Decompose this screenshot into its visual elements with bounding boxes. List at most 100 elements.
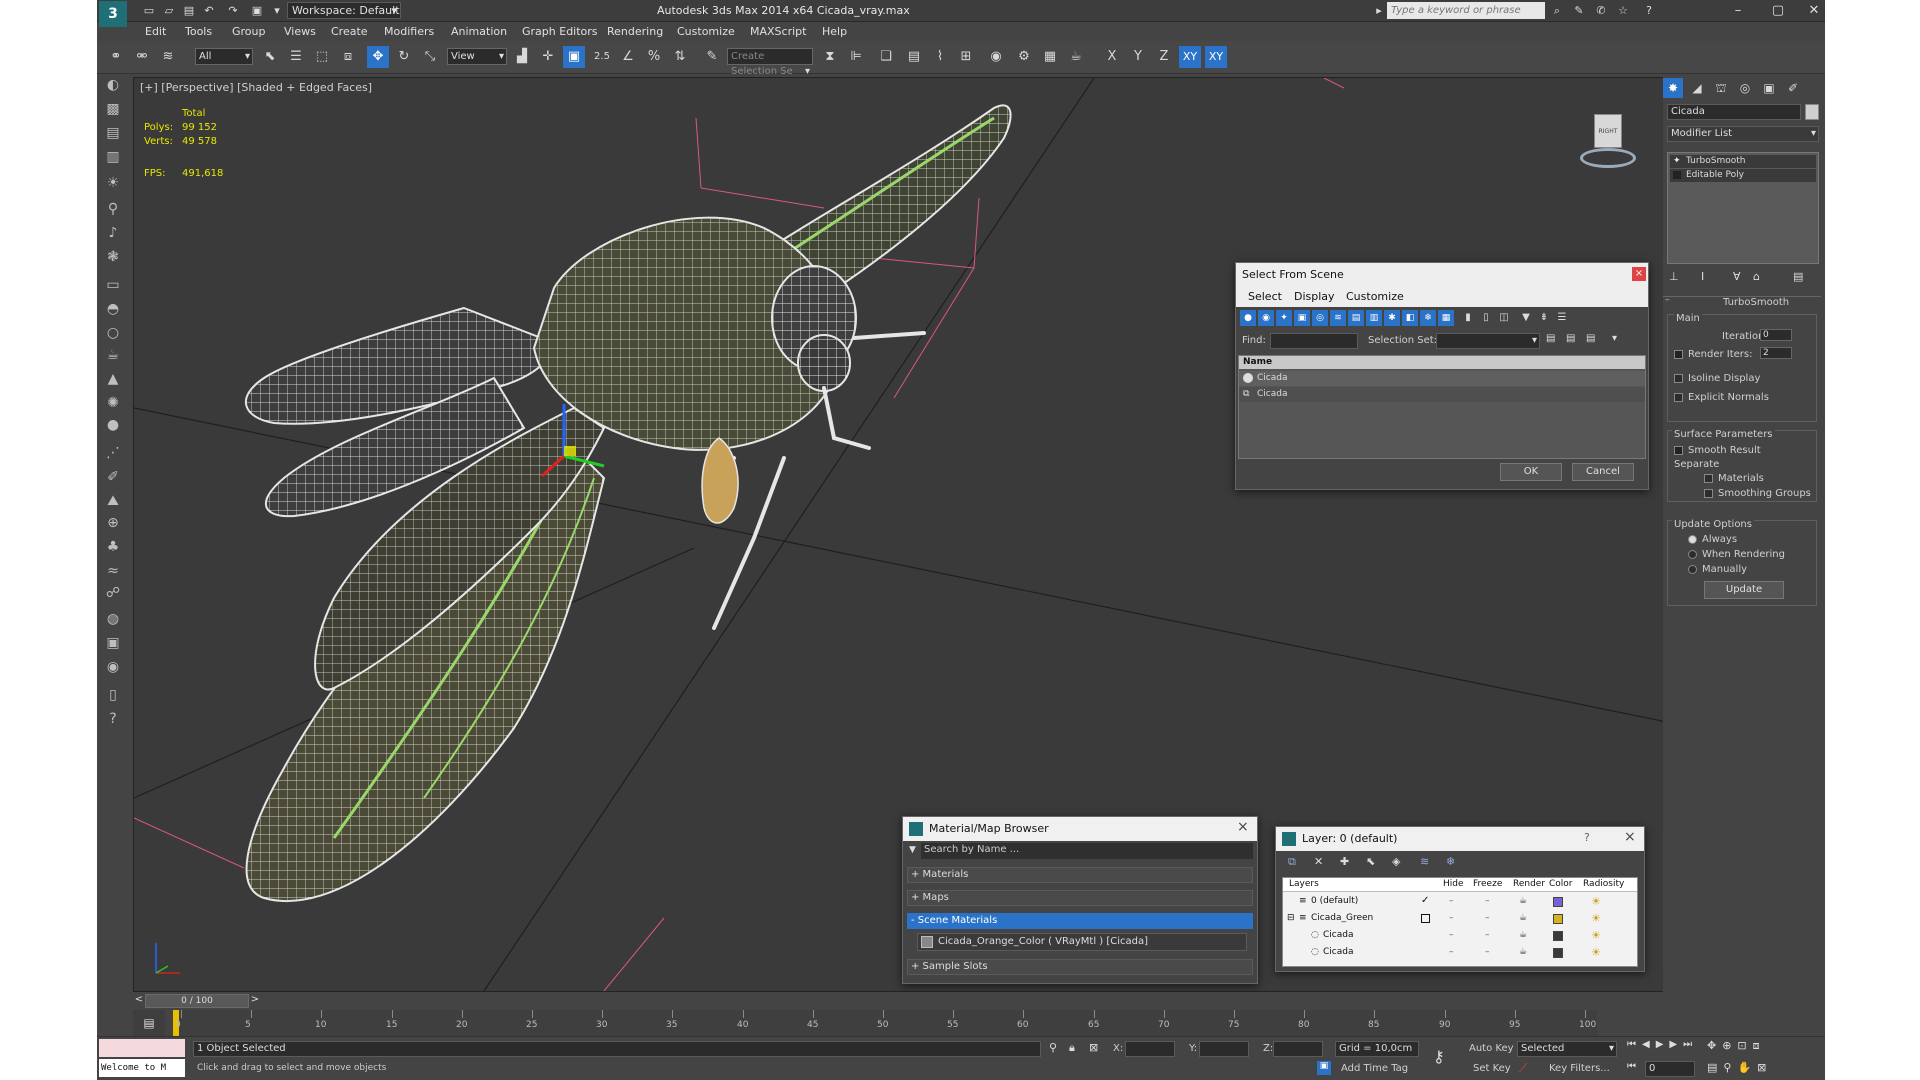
hair-fur-icon[interactable]: ≈ — [102, 560, 124, 582]
edit-named-selection-icon[interactable]: ✎ — [701, 46, 723, 68]
helper-icon[interactable]: ⚲ — [102, 198, 124, 220]
close-window-button[interactable]: ✕ — [1797, 0, 1825, 22]
column-hide[interactable]: Hide — [1443, 879, 1464, 889]
dome-primitive-icon[interactable]: ◓ — [102, 298, 124, 320]
freeze-toggle[interactable]: – — [1485, 930, 1490, 940]
x-coordinate-field[interactable] — [1125, 1041, 1175, 1057]
select-object-icon[interactable]: ⬉ — [259, 46, 281, 68]
material-search-input[interactable]: Search by Name ... — [921, 843, 1253, 859]
column-freeze[interactable]: Freeze — [1473, 879, 1502, 889]
schematic-view-icon[interactable]: ⊞ — [955, 46, 977, 68]
render-region-icon[interactable]: ▣ — [102, 632, 124, 654]
menu-edit[interactable]: Edit — [145, 22, 166, 41]
materials-group[interactable]: + Materials — [907, 867, 1253, 883]
layer-color-swatch[interactable] — [1553, 931, 1563, 941]
bind-space-warp-icon[interactable]: ≋ — [157, 46, 179, 68]
layer-name[interactable]: 0 (default) — [1311, 896, 1358, 906]
smooth-result-checkbox[interactable] — [1674, 446, 1683, 455]
omni-light-icon[interactable]: ● — [102, 414, 124, 436]
select-none-icon[interactable]: ▯ — [1478, 310, 1494, 326]
hide-toggle[interactable]: – — [1449, 947, 1454, 957]
viewcube[interactable]: RIGHT — [1574, 108, 1640, 174]
stack-toggle-icon[interactable] — [1673, 171, 1681, 179]
viewcube-face[interactable]: RIGHT — [1594, 114, 1622, 148]
lightbulb-icon[interactable]: ✦ — [1673, 156, 1681, 166]
new-file-icon[interactable]: ▭ — [141, 3, 157, 19]
hierarchy-view-icon[interactable]: ☰ — [1554, 310, 1570, 326]
set-keys-icon[interactable]: ⟋ — [1519, 1061, 1527, 1076]
graphite-ribbon-icon[interactable]: ▤ — [903, 46, 925, 68]
column-layers[interactable]: Layers — [1289, 879, 1319, 889]
help-icon[interactable]: ? — [1641, 3, 1657, 19]
axis-xy-cycle-button[interactable]: XY — [1205, 46, 1227, 68]
ok-button[interactable]: OK — [1500, 463, 1562, 481]
filter-hidden-icon[interactable]: ▦ — [1438, 310, 1454, 326]
select-and-scale-icon[interactable]: ⤡ — [419, 46, 441, 68]
sample-slots-group[interactable]: + Sample Slots — [907, 959, 1253, 975]
modify-tab-icon[interactable]: ◢ — [1687, 78, 1707, 98]
mirror-icon[interactable]: ⧗ — [819, 46, 841, 68]
hide-all-layers-icon[interactable]: ≋ — [1420, 855, 1429, 868]
filter-geometry-icon[interactable]: ● — [1240, 310, 1256, 326]
stack-item-editable-poly[interactable]: Editable Poly — [1670, 169, 1816, 182]
globe-icon[interactable]: ⊕ — [102, 512, 124, 534]
keyboard-shortcut-override-icon[interactable]: ▣ — [563, 46, 585, 68]
filter-groups-icon[interactable]: ▤ — [1348, 310, 1364, 326]
maxscript-listener[interactable]: Welcome to M — [99, 1059, 185, 1077]
selection-set-dropdown[interactable]: ▾ — [1436, 333, 1540, 349]
dialog-menu-customize[interactable]: Customize — [1346, 290, 1404, 303]
align-icon[interactable]: ⊫ — [845, 46, 867, 68]
trackbar[interactable]: 0 5 10 15 20 25 30 35 40 45 50 55 60 65 70 75 80 85 90 95 10… — [173, 1010, 1597, 1036]
display-tab-icon[interactable]: ▣ — [1759, 78, 1779, 98]
make-unique-icon[interactable]: ∀ — [1733, 270, 1741, 283]
key-filters-button[interactable]: Key Filters... — [1549, 1063, 1610, 1074]
box-primitive-icon[interactable]: ▭ — [102, 274, 124, 296]
grid-helper-icon[interactable]: ⋰ — [102, 442, 124, 464]
radiosity-icon[interactable]: ☀ — [1591, 929, 1601, 942]
create-geometry-icon[interactable]: ◐ — [102, 74, 124, 96]
selection-lock-icon[interactable]: 🔒︎ — [1069, 1041, 1075, 1055]
scene-row-cicada-2[interactable]: Cicada — [1239, 387, 1645, 402]
materials-checkbox[interactable] — [1704, 474, 1713, 483]
radiosity-icon[interactable]: ☀ — [1591, 912, 1601, 925]
cancel-button[interactable]: Cancel — [1572, 463, 1634, 481]
layer-manager-icon[interactable]: ❏ — [875, 46, 897, 68]
hierarchy-tab-icon[interactable]: ⛫ — [1711, 78, 1731, 98]
minimize-button[interactable]: – — [1721, 0, 1755, 22]
sphere-primitive-icon[interactable]: ○ — [102, 322, 124, 344]
teapot-primitive-icon[interactable]: ☕ — [102, 344, 124, 366]
expand-collapse-icon[interactable]: ⊟ — [1287, 913, 1295, 923]
binoculars-icon[interactable]: ⌕ — [1549, 3, 1565, 19]
material-browser-close-button[interactable]: × — [1237, 819, 1249, 835]
filter-containers-icon[interactable]: ◧ — [1402, 310, 1418, 326]
vray-sphere-icon[interactable]: ◉ — [102, 656, 124, 678]
update-button[interactable]: Update — [1704, 581, 1784, 599]
percent-snap-icon[interactable]: % — [643, 46, 665, 68]
current-frame-field[interactable]: 0 — [1645, 1061, 1695, 1077]
maxscript-listener-top[interactable] — [99, 1039, 185, 1057]
filter-lights-icon[interactable]: ✦ — [1276, 310, 1292, 326]
smoothing-groups-checkbox[interactable] — [1704, 489, 1713, 498]
freeze-toggle[interactable]: – — [1485, 913, 1490, 923]
selection-set-remove-icon[interactable]: ▤ — [1566, 333, 1575, 344]
render-iters-checkbox[interactable] — [1674, 350, 1683, 359]
paint-icon[interactable]: ✐ — [102, 466, 124, 488]
layer-close-button[interactable]: × — [1624, 829, 1636, 845]
current-layer-check-icon[interactable]: ✓ — [1421, 895, 1429, 906]
layer-color-swatch[interactable] — [1553, 914, 1563, 924]
sort-icon[interactable]: ⇟ — [1536, 310, 1552, 326]
menu-maxscript[interactable]: MAXScript — [750, 22, 806, 41]
undo-icon[interactable]: ↶ — [201, 3, 217, 19]
sound-icon[interactable]: ♪ — [102, 222, 124, 244]
object-color-swatch[interactable] — [1805, 104, 1819, 120]
named-selection-set-dropdown[interactable]: Create Selection Se ▾ — [727, 48, 813, 77]
layer-color-swatch[interactable] — [1553, 897, 1563, 907]
key-icon[interactable]: ⚷ — [1433, 1047, 1445, 1066]
select-from-scene-titlebar[interactable]: Select From Scene — [1236, 263, 1648, 287]
spinner-snap-icon[interactable]: ⇅ — [669, 46, 691, 68]
stack-item-turbosmooth[interactable]: TurboSmooth — [1670, 155, 1816, 168]
angle-snap-icon[interactable]: ∠ — [617, 46, 639, 68]
absolute-mode-icon[interactable]: ⊠ — [1089, 1041, 1098, 1054]
explicit-normals-checkbox[interactable] — [1674, 393, 1683, 402]
particles-icon[interactable]: ❃ — [102, 246, 124, 268]
